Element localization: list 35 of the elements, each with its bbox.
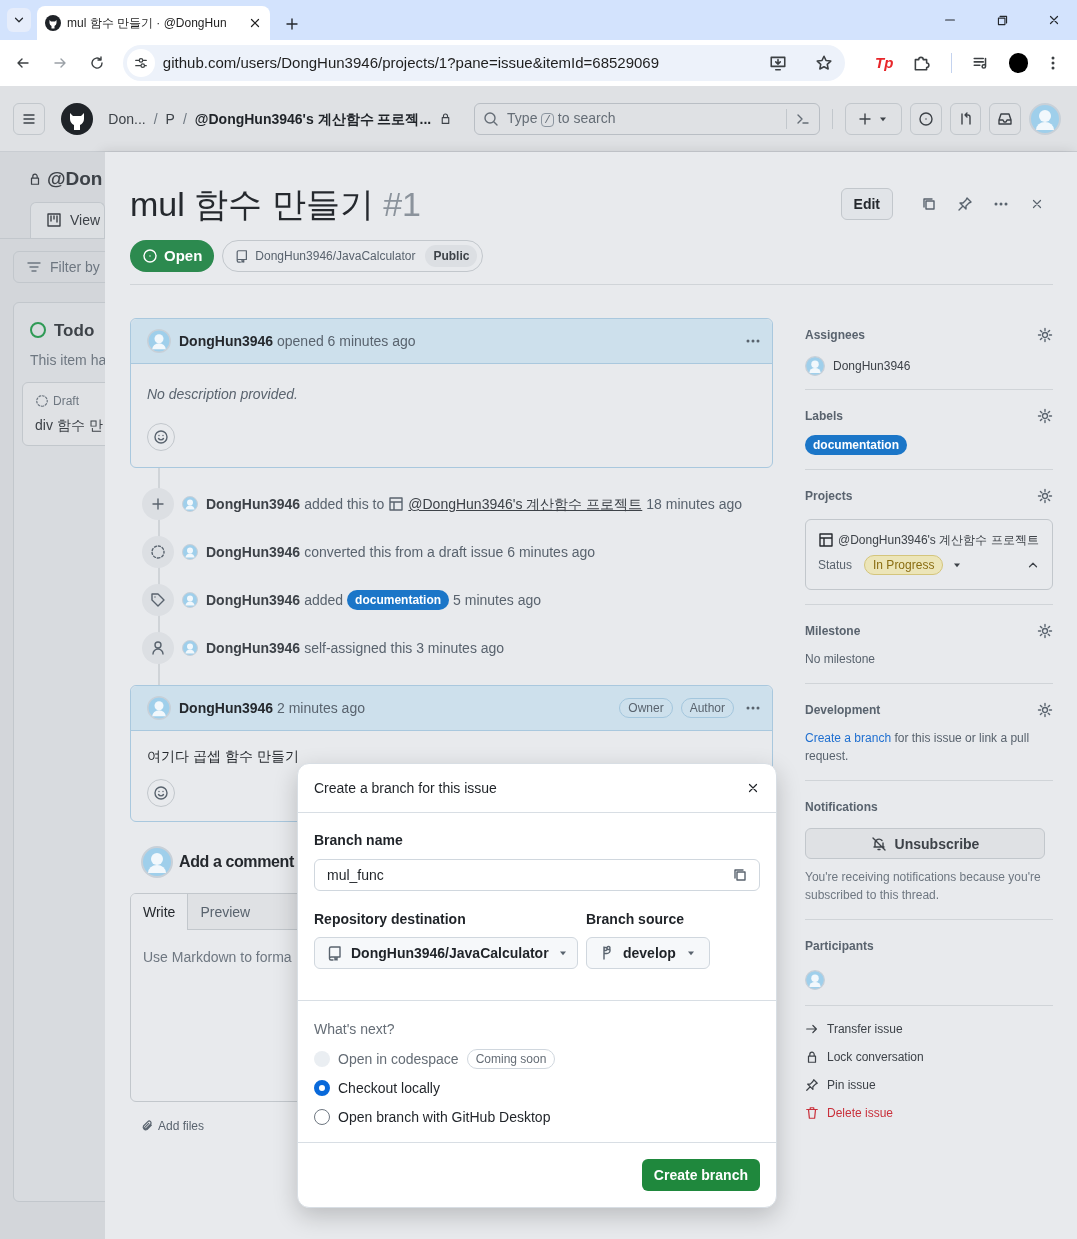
- section-heading: Projects: [805, 488, 853, 504]
- column-title: Todo: [54, 319, 95, 342]
- event-text: DongHun3946 converted this from a draft issue 6 minutes ago: [206, 543, 596, 562]
- development-text: Create a branch for this issue or link a pull request.: [805, 730, 1031, 765]
- url-text: github.com/users/DongHun3946/projects/1?pane=issue&itemId=68529069: [162, 52, 661, 73]
- dialog-title: Create a branch for this issue: [314, 779, 497, 798]
- section-heading: Milestone: [805, 623, 861, 639]
- milestone-value: No milestone: [805, 651, 877, 668]
- event-text: DongHun3946 added documentation 5 minutes ago: [206, 590, 541, 610]
- section-heading: Development: [805, 702, 881, 718]
- section-heading: Notifications: [805, 799, 878, 815]
- comment-body: 여기다 곱셉 함수 만들기: [147, 747, 300, 766]
- notification-note: You're receiving notifications because you're subscribed to this thread.: [805, 869, 1042, 904]
- field-label: Branch name: [314, 831, 404, 850]
- comment-body: No description provided.: [147, 385, 299, 404]
- section-heading: Assignees: [805, 327, 866, 343]
- card-title: div 함수 만: [35, 416, 104, 435]
- event-text: DongHun3946 self-assigned this 3 minutes ago: [206, 639, 505, 658]
- event-text: DongHun3946 added this to @DongHun3946's 계산함수 프로젝트 18 minutes ago: [206, 494, 742, 514]
- section-heading: Labels: [805, 408, 843, 424]
- composer-heading: Add a comment: [179, 852, 294, 872]
- comment-header-text: DongHun3946 2 minutes ago: [179, 699, 366, 718]
- field-label: Branch source: [586, 910, 686, 929]
- issue-title: mul 함수 만들기 #1: [130, 184, 421, 225]
- card-status: Draft: [53, 393, 79, 409]
- section-label: What's next?: [314, 1020, 396, 1039]
- project-title: @Don: [47, 167, 103, 191]
- field-label: Repository destination: [314, 910, 467, 929]
- section-heading: Participants: [805, 938, 874, 954]
- breadcrumb-separator: /: [153, 109, 158, 129]
- status-badge: Open: [130, 240, 215, 272]
- field-label: Status: [818, 557, 853, 573]
- comment-header-text: DongHun3946 opened 6 minutes ago: [179, 332, 417, 351]
- breadcrumb-separator: /: [182, 109, 187, 129]
- visibility-badge: Public: [425, 245, 478, 267]
